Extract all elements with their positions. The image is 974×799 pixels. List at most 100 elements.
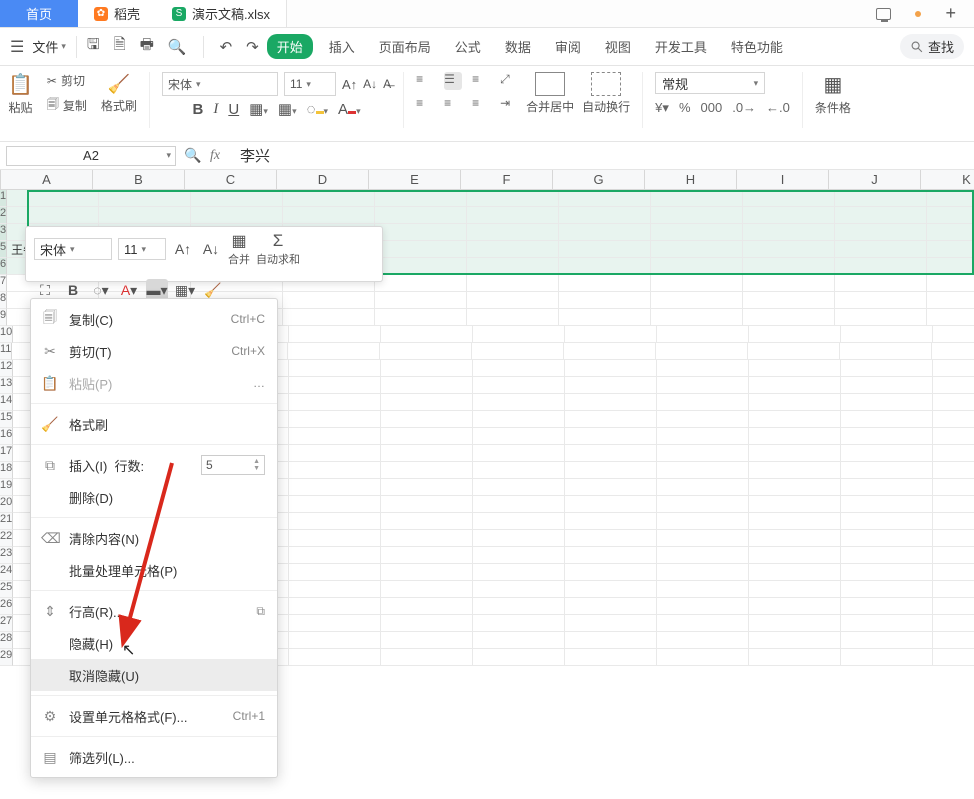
clear-formatting-icon[interactable]: A̶ xyxy=(383,77,391,91)
mini-size-select[interactable]: 11▾ xyxy=(118,238,166,260)
save-icon[interactable]: 🖫 xyxy=(87,34,100,59)
format-painter-button[interactable]: 🧹 格式刷 xyxy=(101,74,137,114)
col-header[interactable]: I xyxy=(737,170,829,189)
row-header[interactable]: 28 xyxy=(0,632,13,649)
tab-daoke[interactable]: ✿ 稻壳 xyxy=(78,0,156,27)
menu-unhide[interactable]: 取消隐藏(U) xyxy=(31,659,277,691)
row-header[interactable]: 23 xyxy=(0,547,13,564)
row-header[interactable]: 8 xyxy=(0,292,7,309)
row-header[interactable]: 26 xyxy=(0,598,13,615)
cond-format-button[interactable]: ▦ 条件格 xyxy=(815,72,851,116)
col-header[interactable]: J xyxy=(829,170,921,189)
row-header[interactable]: 9 xyxy=(0,309,7,326)
tab-review[interactable]: 审阅 xyxy=(547,33,589,60)
fx-icon[interactable]: fx xyxy=(204,148,226,164)
tab-home[interactable]: 首页 xyxy=(0,0,78,27)
paste-button[interactable]: 📋 粘贴 xyxy=(8,72,33,116)
borders-button[interactable]: ▦▾ xyxy=(249,100,268,118)
row-header[interactable]: 22 xyxy=(0,530,13,547)
mini-sum-button[interactable]: Σ自动求和 xyxy=(256,231,300,267)
wrap-button[interactable]: 自动换行 xyxy=(582,72,630,115)
hamburger-icon[interactable]: ☰ xyxy=(10,37,24,57)
mini-merge-button[interactable]: ▦合并 xyxy=(228,231,250,267)
inc-decimal-icon[interactable]: .0→ xyxy=(732,100,756,116)
mini-dec-font-icon[interactable]: A↓ xyxy=(200,238,222,260)
col-header[interactable]: B xyxy=(93,170,185,189)
font-family-select[interactable]: 宋体▾ xyxy=(162,72,278,96)
tab-layout[interactable]: 页面布局 xyxy=(371,33,439,60)
row-header[interactable]: 16 xyxy=(0,428,13,445)
mini-font-select[interactable]: 宋体▾ xyxy=(34,238,112,260)
mini-inc-font-icon[interactable]: A↑ xyxy=(172,238,194,260)
select-all-corner[interactable] xyxy=(0,170,1,189)
row-header[interactable]: 25 xyxy=(0,581,13,598)
row-header[interactable]: 27 xyxy=(0,615,13,632)
align-left-icon[interactable]: ≡ xyxy=(416,96,434,114)
col-header[interactable]: D xyxy=(277,170,369,189)
align-center-icon[interactable]: ≡ xyxy=(444,96,462,114)
tab-workbook[interactable]: S 演示文稿.xlsx xyxy=(156,0,287,27)
tab-start[interactable]: 开始 xyxy=(267,34,313,59)
col-header[interactable]: E xyxy=(369,170,461,189)
row-header[interactable]: 7 xyxy=(0,275,7,292)
number-format-select[interactable]: 常规▾ xyxy=(655,72,765,94)
search-box[interactable]: 查找 xyxy=(900,34,964,59)
device-icon[interactable] xyxy=(876,8,891,20)
menu-copy[interactable]: 🗐复制(C)Ctrl+C xyxy=(31,303,277,335)
percent-icon[interactable]: % xyxy=(679,100,691,116)
row-header[interactable]: 1 xyxy=(0,190,7,207)
menu-batch[interactable]: 批量处理单元格(P) xyxy=(31,554,277,586)
row-header[interactable]: 17 xyxy=(0,445,13,462)
indent-icon[interactable]: ⇥ xyxy=(500,96,518,114)
menu-clear[interactable]: ⌫清除内容(N) xyxy=(31,522,277,554)
font-size-select[interactable]: 11▾ xyxy=(284,72,336,96)
row-header[interactable]: 10 xyxy=(0,326,13,343)
tab-data[interactable]: 数据 xyxy=(497,33,539,60)
row-header[interactable]: 14 xyxy=(0,394,13,411)
print-icon[interactable]: 🖶 xyxy=(140,34,154,59)
redo-icon[interactable]: ↷ xyxy=(246,38,259,56)
menu-paste[interactable]: 📋粘贴(P)… xyxy=(31,367,277,399)
align-bottom-icon[interactable]: ≡ xyxy=(472,72,490,90)
fill-color-button[interactable]: ◌▾ xyxy=(307,101,328,118)
increase-font-icon[interactable]: A↑ xyxy=(342,77,357,92)
align-middle-icon[interactable]: ☰ xyxy=(444,72,462,90)
row-header[interactable]: 11 xyxy=(0,343,12,360)
cut-button[interactable]: ✂ 剪切 xyxy=(47,72,87,89)
col-header[interactable]: C xyxy=(185,170,277,189)
col-header[interactable]: K xyxy=(921,170,974,189)
menu-row-height[interactable]: ⇕行高(R)...⧉ xyxy=(31,595,277,627)
col-header[interactable]: G xyxy=(553,170,645,189)
row-header[interactable]: 5 xyxy=(0,241,7,258)
file-menu[interactable]: 文件 ▾ xyxy=(32,37,66,56)
col-header[interactable]: A xyxy=(1,170,93,189)
align-top-icon[interactable]: ≡ xyxy=(416,72,434,90)
menu-insert[interactable]: ⧉插入(I) 行数:5▲▼ xyxy=(31,449,277,481)
draw-border-button[interactable]: ▦▾ xyxy=(278,100,297,118)
menu-filter[interactable]: ▤筛选列(L)... xyxy=(31,741,277,773)
font-color-button[interactable]: A▾ xyxy=(338,101,361,118)
col-header[interactable]: F xyxy=(461,170,553,189)
dec-decimal-icon[interactable]: ←.0 xyxy=(766,100,790,116)
tab-formula[interactable]: 公式 xyxy=(447,33,489,60)
row-header[interactable]: 15 xyxy=(0,411,13,428)
row-header[interactable]: 18 xyxy=(0,462,13,479)
menu-delete[interactable]: 删除(D) xyxy=(31,481,277,513)
col-header[interactable]: H xyxy=(645,170,737,189)
comma-icon[interactable]: 000 xyxy=(701,100,723,116)
italic-button[interactable]: I xyxy=(213,101,218,118)
orientation-icon[interactable]: ⤢ xyxy=(500,72,518,90)
copy-button[interactable]: 🗐 复制 xyxy=(47,95,87,116)
decrease-font-icon[interactable]: A↓ xyxy=(363,77,377,91)
row-header[interactable]: 12 xyxy=(0,360,13,377)
row-header[interactable]: 21 xyxy=(0,513,13,530)
row-header[interactable]: 20 xyxy=(0,496,13,513)
underline-button[interactable]: U xyxy=(228,101,239,118)
insert-rows-spinner[interactable]: 5▲▼ xyxy=(201,455,265,475)
save-as-icon[interactable]: 🗎 xyxy=(114,34,126,59)
row-header[interactable]: 19 xyxy=(0,479,13,496)
magnify-icon[interactable]: 🔍 xyxy=(182,147,204,164)
tab-view[interactable]: 视图 xyxy=(597,33,639,60)
tab-dev[interactable]: 开发工具 xyxy=(647,33,715,60)
menu-format-painter[interactable]: 🧹格式刷 xyxy=(31,408,277,440)
